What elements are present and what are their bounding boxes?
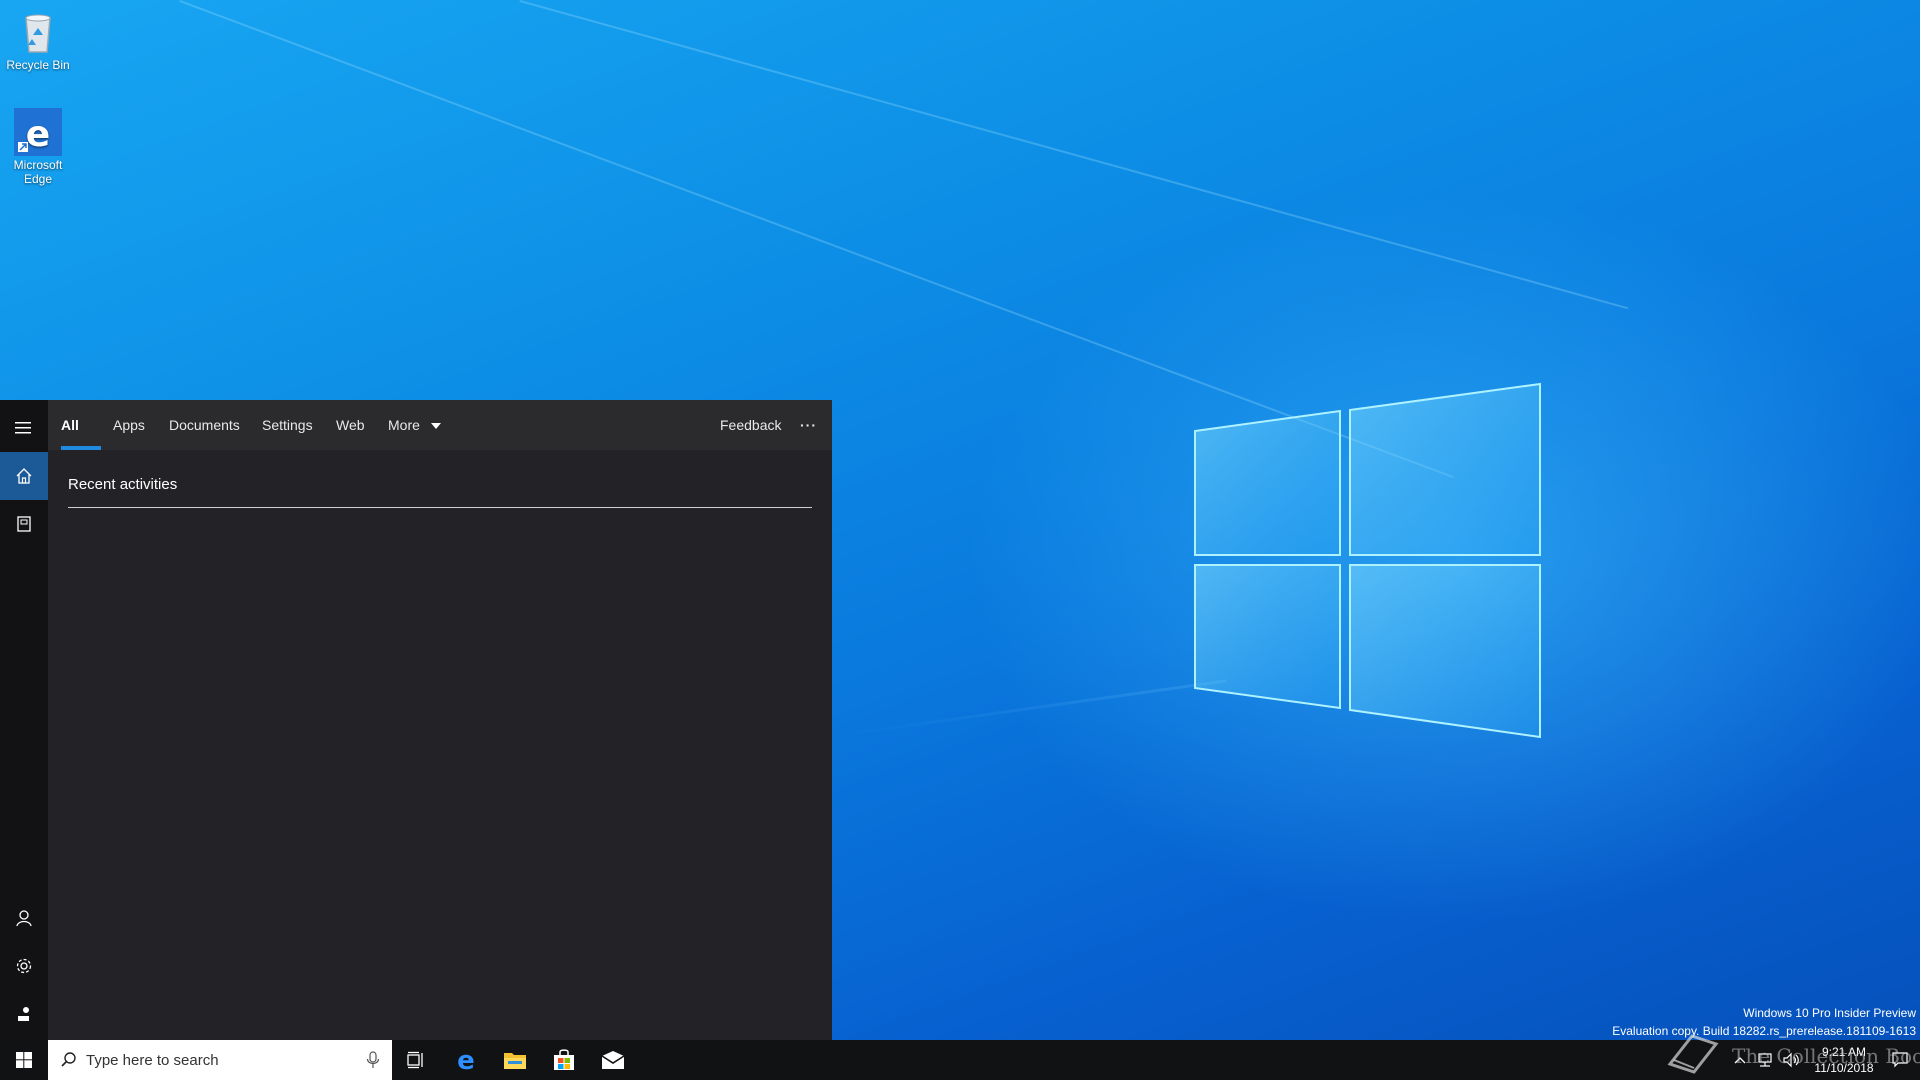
desktop-icon-microsoft-edge[interactable]: e Microsoft Edge bbox=[0, 108, 76, 186]
feedback-icon bbox=[18, 1007, 29, 1021]
tab-label: Settings bbox=[262, 417, 313, 433]
tab-label: Apps bbox=[113, 417, 145, 433]
tab-all[interactable]: All bbox=[49, 400, 91, 450]
tab-label: Web bbox=[336, 417, 365, 433]
tab-documents[interactable]: Documents bbox=[157, 400, 252, 450]
home-icon bbox=[16, 468, 32, 484]
search-panel-rail bbox=[0, 400, 48, 1040]
active-tab-indicator bbox=[61, 446, 101, 450]
svg-text:e: e bbox=[457, 1048, 475, 1072]
recycle-bin-icon bbox=[14, 8, 62, 56]
feedback-button[interactable]: Feedback bbox=[708, 400, 793, 450]
tab-label: All bbox=[61, 417, 79, 433]
watermark-edition: Windows 10 Pro Insider Preview bbox=[1743, 1006, 1916, 1020]
hamburger-menu-button[interactable] bbox=[0, 404, 48, 452]
edge-icon: e bbox=[457, 1048, 475, 1072]
search-scope-tabs: All Apps Documents Settings Web More Fee… bbox=[48, 400, 832, 450]
search-panel: All Apps Documents Settings Web More Fee… bbox=[0, 400, 832, 1040]
collection-book-text: The Collection Book bbox=[1732, 1044, 1920, 1068]
windows-start-icon bbox=[16, 1052, 32, 1068]
edge-icon: e bbox=[14, 108, 62, 156]
file-explorer-icon bbox=[504, 1053, 526, 1069]
taskbar-search-box[interactable] bbox=[48, 1040, 392, 1080]
mail-button[interactable] bbox=[589, 1040, 637, 1080]
tab-more[interactable]: More bbox=[376, 400, 454, 450]
more-options-icon: ··· bbox=[800, 417, 817, 433]
tab-label: Documents bbox=[169, 417, 240, 433]
settings-icon bbox=[16, 958, 32, 974]
start-button[interactable] bbox=[0, 1040, 48, 1080]
desktop-icon-recycle-bin[interactable]: Recycle Bin bbox=[0, 8, 76, 72]
microsoft-store-button[interactable] bbox=[540, 1040, 588, 1080]
book-icon bbox=[1667, 1034, 1719, 1074]
notebook-button[interactable] bbox=[0, 500, 48, 548]
chevron-down-icon bbox=[430, 423, 441, 429]
notebook-icon bbox=[17, 516, 31, 532]
taskbar-edge-button[interactable]: e bbox=[442, 1040, 490, 1080]
desktop-icon-label: Recycle Bin bbox=[6, 58, 70, 72]
hamburger-icon bbox=[15, 422, 31, 434]
microphone-icon[interactable] bbox=[366, 1051, 380, 1069]
svg-text:e: e bbox=[26, 114, 50, 155]
tab-label: More bbox=[388, 417, 420, 433]
file-explorer-button[interactable] bbox=[491, 1040, 539, 1080]
divider bbox=[68, 507, 812, 508]
task-view-icon bbox=[407, 1051, 423, 1069]
account-button[interactable] bbox=[0, 894, 48, 942]
account-icon bbox=[16, 910, 32, 927]
more-options-button[interactable]: ··· bbox=[788, 400, 829, 450]
tab-web[interactable]: Web bbox=[324, 400, 377, 450]
taskbar: e bbox=[0, 1040, 1920, 1080]
mail-icon bbox=[601, 1051, 625, 1069]
tab-apps[interactable]: Apps bbox=[101, 400, 157, 450]
recent-activities-heading: Recent activities bbox=[68, 476, 178, 493]
store-icon bbox=[554, 1049, 574, 1070]
feedback-label: Feedback bbox=[720, 417, 782, 433]
desktop-icon-label: Microsoft Edge bbox=[13, 158, 63, 186]
search-icon bbox=[61, 1052, 76, 1067]
search-input[interactable] bbox=[86, 1040, 346, 1080]
task-view-button[interactable] bbox=[392, 1040, 440, 1080]
settings-button[interactable] bbox=[0, 942, 48, 990]
home-button[interactable] bbox=[0, 452, 48, 500]
tab-settings[interactable]: Settings bbox=[250, 400, 325, 450]
feedback-hub-button[interactable] bbox=[0, 990, 48, 1038]
collection-book-watermark-logo: The Collection Book bbox=[1664, 1030, 1920, 1080]
